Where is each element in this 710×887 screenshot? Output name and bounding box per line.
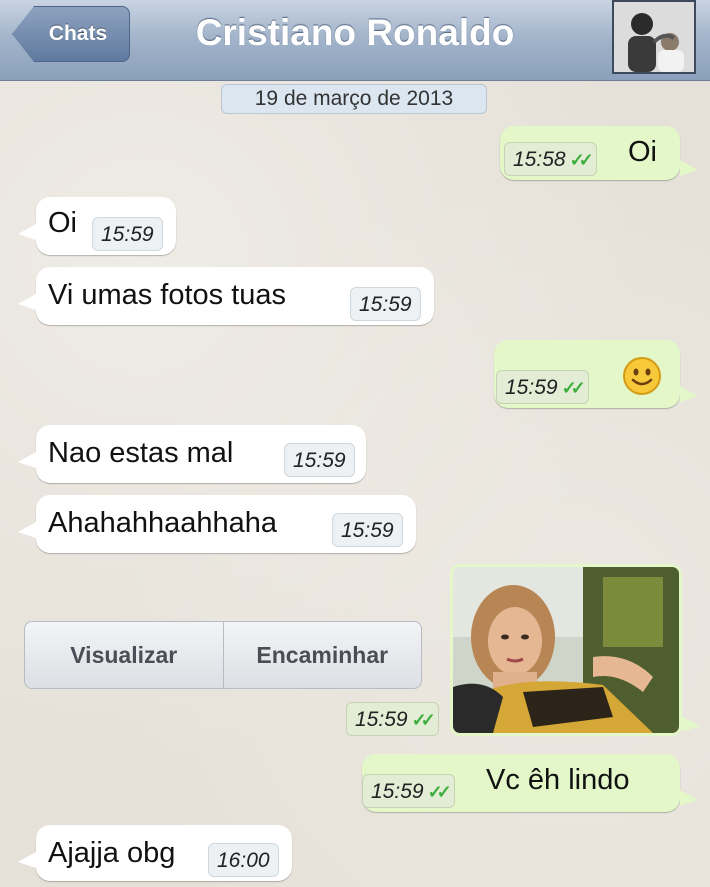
media-action-group: Visualizar Encaminhar bbox=[24, 621, 422, 689]
message-text: Ajajja obg bbox=[48, 837, 176, 869]
message-text: Ahahahhaahhaha bbox=[48, 507, 278, 539]
double-check-icon: ✓✓ bbox=[569, 150, 594, 170]
bubble-tail-icon bbox=[18, 522, 36, 538]
contact-name-title: Cristiano Ronaldo bbox=[195, 12, 515, 53]
message-bubble-outgoing[interactable]: 15:59 ✓✓ Vc êh lindo bbox=[362, 754, 680, 812]
message-text: Vi umas fotos tuas bbox=[48, 279, 287, 311]
message-timestamp: 15:59 bbox=[350, 287, 421, 321]
message-text: Oi bbox=[628, 136, 657, 168]
bubble-tail-icon bbox=[680, 160, 698, 176]
double-check-icon: ✓✓ bbox=[561, 378, 586, 398]
message-timestamp: 15:58 ✓✓ bbox=[504, 142, 597, 176]
message-timestamp: 15:59 bbox=[284, 443, 355, 477]
bubble-tail-icon bbox=[18, 852, 36, 868]
double-check-icon: ✓✓ bbox=[411, 710, 436, 730]
nav-bar: Chats Cristiano Ronaldo bbox=[0, 0, 710, 81]
bubble-tail-icon bbox=[18, 452, 36, 468]
message-timestamp: 15:59 bbox=[332, 513, 403, 547]
message-timestamp: 15:59 ✓✓ bbox=[346, 702, 439, 736]
bubble-tail-icon bbox=[18, 224, 36, 240]
smiley-emoji-icon bbox=[622, 356, 662, 396]
forward-button[interactable]: Encaminhar bbox=[222, 622, 422, 688]
message-bubble-incoming[interactable]: Oi 15:59 bbox=[36, 197, 176, 255]
contact-avatar[interactable] bbox=[612, 0, 696, 74]
bubble-tail-icon bbox=[682, 716, 700, 732]
message-timestamp: 15:59 bbox=[92, 217, 163, 251]
message-timestamp: 16:00 bbox=[208, 843, 279, 877]
double-check-icon: ✓✓ bbox=[427, 782, 452, 802]
message-bubble-incoming[interactable]: Nao estas mal 15:59 bbox=[36, 425, 366, 483]
photo-message[interactable] bbox=[450, 564, 682, 736]
message-bubble-incoming[interactable]: Ajajja obg 16:00 bbox=[36, 825, 292, 881]
view-button[interactable]: Visualizar bbox=[25, 622, 223, 688]
message-bubble-outgoing[interactable]: 15:58 ✓✓ Oi bbox=[500, 126, 680, 180]
message-bubble-incoming[interactable]: Vi umas fotos tuas 15:59 bbox=[36, 267, 434, 325]
message-text: Oi bbox=[48, 207, 77, 239]
message-bubble-incoming[interactable]: Ahahahhaahhaha 15:59 bbox=[36, 495, 416, 553]
back-button-chats[interactable]: Chats bbox=[12, 6, 130, 62]
message-timestamp: 15:59 ✓✓ bbox=[496, 370, 589, 404]
bubble-tail-icon bbox=[18, 294, 36, 310]
message-bubble-outgoing[interactable]: 15:59 ✓✓ bbox=[494, 340, 680, 408]
message-timestamp: 15:59 ✓✓ bbox=[362, 774, 455, 808]
message-text: Nao estas mal bbox=[48, 437, 234, 469]
bubble-tail-icon bbox=[680, 386, 698, 402]
date-header: 19 de março de 2013 bbox=[221, 84, 487, 114]
bubble-tail-icon bbox=[680, 790, 698, 806]
message-text: Vc êh lindo bbox=[486, 764, 630, 796]
